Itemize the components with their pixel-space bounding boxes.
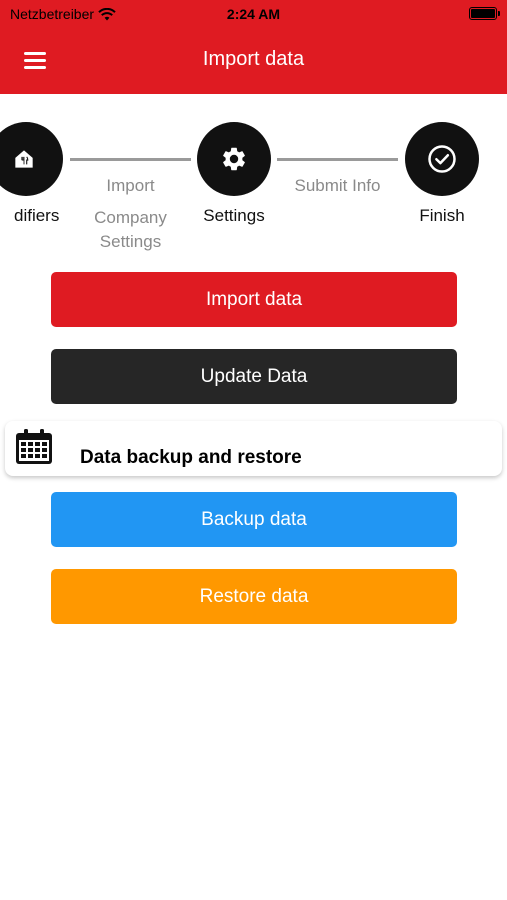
battery-icon	[469, 7, 500, 20]
status-bar: Netzbetreiber 2:24 AM	[0, 0, 507, 28]
clock: 2:24 AM	[226, 6, 281, 22]
calendar-icon	[16, 429, 52, 464]
restore-data-button[interactable]: Restore data	[51, 569, 457, 624]
step-modifiers[interactable]	[0, 122, 63, 196]
step-connector-1	[70, 158, 191, 161]
gear-icon	[223, 147, 245, 171]
step-connector-label-1b: Company	[94, 208, 167, 227]
backup-data-button[interactable]: Backup data	[51, 492, 457, 547]
step-label-settings: Settings	[203, 206, 265, 225]
step-finish[interactable]	[405, 122, 479, 196]
import-data-button[interactable]: Import data	[51, 272, 457, 327]
backup-section-header: Data backup and restore	[5, 421, 502, 476]
step-settings[interactable]	[197, 122, 271, 196]
update-data-button[interactable]: Update Data	[51, 349, 457, 404]
app-header: Netzbetreiber 2:24 AM Import data	[0, 0, 507, 94]
section-title: Data backup and restore	[80, 447, 302, 468]
progress-stepper: difiers Import Company Settings Settings…	[0, 94, 507, 264]
step-connector-label-1c: Settings	[99, 232, 162, 251]
page-title: Import data	[202, 48, 305, 70]
step-label-modifiers: difiers	[14, 206, 60, 225]
step-label-finish: Finish	[419, 206, 465, 225]
step-connector-2	[277, 158, 398, 161]
restaurant-icon	[15, 150, 33, 168]
step-connector-label-1a: Import	[106, 176, 155, 195]
step-connector-label-2: Submit Info	[294, 176, 381, 195]
check-circle-icon	[428, 145, 456, 173]
